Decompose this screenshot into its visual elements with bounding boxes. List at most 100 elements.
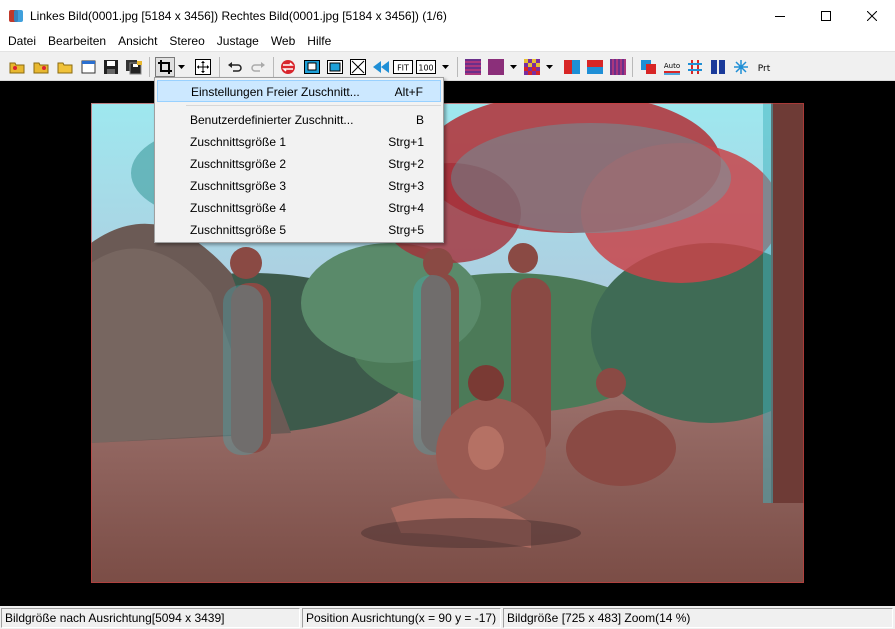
menu-stereo[interactable]: Stereo bbox=[163, 31, 210, 51]
checkerboard-mode-button[interactable] bbox=[522, 57, 542, 77]
menu-item-shortcut: Alt+F bbox=[394, 85, 423, 99]
folder-icon bbox=[57, 62, 73, 74]
open-left-image-button[interactable] bbox=[8, 57, 28, 77]
image-viewport[interactable] bbox=[0, 81, 895, 606]
fit-button[interactable]: FIT bbox=[393, 57, 413, 77]
menu-item-shortcut: B bbox=[415, 113, 424, 127]
print-button[interactable]: Prt bbox=[754, 57, 774, 77]
menu-bearbeiten[interactable]: Bearbeiten bbox=[42, 31, 112, 51]
fullscreen-button[interactable] bbox=[348, 57, 368, 77]
fit-label: FIT bbox=[397, 64, 409, 73]
multiple-save-icon bbox=[126, 60, 142, 75]
previous-image-button[interactable] bbox=[371, 57, 391, 77]
window-file-icon bbox=[81, 60, 96, 74]
column-interlace-button[interactable] bbox=[608, 57, 628, 77]
menu-bar: Datei Bearbeiten Ansicht Stereo Justage … bbox=[0, 31, 895, 51]
menu-ansicht[interactable]: Ansicht bbox=[112, 31, 163, 51]
swap-icon bbox=[281, 60, 295, 74]
over-under-button[interactable] bbox=[585, 57, 605, 77]
open-right-image-button[interactable] bbox=[32, 57, 52, 77]
open-stereo-button[interactable] bbox=[56, 57, 76, 77]
menu-item-label: Benutzerdefinierter Zuschnitt... bbox=[190, 113, 354, 127]
expand-icon bbox=[350, 59, 366, 75]
crop-dropdown-button[interactable] bbox=[177, 57, 186, 77]
close-icon bbox=[867, 10, 877, 21]
side-by-side-button[interactable] bbox=[562, 57, 582, 77]
toolbar-separator bbox=[632, 57, 633, 77]
menu-item-crop-size-4[interactable]: Zuschnittsgröße 4 Strg+4 bbox=[157, 197, 441, 219]
minimize-button[interactable] bbox=[757, 0, 803, 31]
fit-icon: FIT bbox=[393, 60, 413, 74]
full-view-button[interactable] bbox=[325, 57, 345, 77]
redo-icon bbox=[251, 62, 265, 72]
snowflake-icon bbox=[734, 60, 748, 74]
open-file-button[interactable] bbox=[79, 57, 99, 77]
toolbar-separator bbox=[457, 57, 458, 77]
redo-button[interactable] bbox=[248, 57, 268, 77]
menu-item-crop-size-5[interactable]: Zuschnittsgröße 5 Strg+5 bbox=[157, 219, 441, 241]
crop-dropdown-menu: Einstellungen Freier Zuschnitt... Alt+F … bbox=[154, 77, 444, 243]
save-button[interactable] bbox=[101, 57, 121, 77]
anaglyph-mode-button[interactable] bbox=[486, 57, 506, 77]
chevron-down-icon bbox=[510, 65, 517, 69]
menu-item-shortcut: Strg+3 bbox=[388, 179, 424, 193]
over-under-icon bbox=[587, 60, 603, 74]
auto-align-button[interactable]: Auto bbox=[662, 57, 682, 77]
grid-button[interactable] bbox=[685, 57, 705, 77]
menu-item-crop-size-2[interactable]: Zuschnittsgröße 2 Strg+2 bbox=[157, 153, 441, 175]
save-all-button[interactable] bbox=[124, 57, 144, 77]
zoom-100-label: 100 bbox=[418, 64, 433, 73]
hash-grid-icon bbox=[688, 60, 702, 74]
status-alignment-position: Position Ausrichtung(x = 90 y = -17) bbox=[302, 608, 501, 628]
chevron-down-icon bbox=[178, 65, 185, 69]
menu-item-crop-size-1[interactable]: Zuschnittsgröße 1 Strg+1 bbox=[157, 131, 441, 153]
menu-item-label: Zuschnittsgröße 4 bbox=[190, 201, 287, 215]
split-view-button[interactable] bbox=[708, 57, 728, 77]
menu-web[interactable]: Web bbox=[265, 31, 301, 51]
rewind-icon bbox=[373, 61, 389, 73]
status-image-size-zoom: Bildgröße [725 x 483] Zoom(14 %) bbox=[503, 608, 893, 628]
menu-item-label: Zuschnittsgröße 5 bbox=[190, 223, 287, 237]
split-view-icon bbox=[711, 60, 725, 74]
window-title: Linkes Bild(0001.jpg [5184 x 3456]) Rech… bbox=[30, 8, 447, 23]
crop-button[interactable] bbox=[155, 57, 175, 77]
swap-images-button[interactable] bbox=[278, 57, 298, 77]
menu-item-label: Zuschnittsgröße 1 bbox=[190, 135, 287, 149]
overlay-button[interactable] bbox=[639, 57, 659, 77]
fit-window-button[interactable] bbox=[302, 57, 322, 77]
menu-separator bbox=[186, 105, 441, 106]
folder-open-icon bbox=[9, 62, 25, 74]
crop-icon bbox=[158, 60, 172, 74]
zoom-100-icon: 100 bbox=[416, 60, 436, 74]
menu-item-shortcut: Strg+2 bbox=[388, 157, 424, 171]
undo-icon bbox=[228, 62, 242, 72]
folder-open-icon bbox=[33, 62, 49, 74]
print-icon: Prt bbox=[758, 64, 771, 74]
anaglyph-dropdown-button[interactable] bbox=[509, 57, 518, 77]
menu-item-crop-size-3[interactable]: Zuschnittsgröße 3 Strg+3 bbox=[157, 175, 441, 197]
menu-item-label: Einstellungen Freier Zuschnitt... bbox=[191, 85, 360, 99]
undo-button[interactable] bbox=[225, 57, 245, 77]
auto-label: Auto bbox=[664, 62, 680, 70]
zoom-100-button[interactable]: 100 bbox=[416, 57, 436, 77]
chevron-down-icon bbox=[546, 65, 553, 69]
maximize-button[interactable] bbox=[803, 0, 849, 31]
move-button[interactable] bbox=[193, 57, 213, 77]
interlaced-mode-button[interactable] bbox=[463, 57, 483, 77]
full-view-icon bbox=[327, 60, 343, 74]
zoom-dropdown-button[interactable] bbox=[441, 57, 450, 77]
menu-item-free-crop-settings[interactable]: Einstellungen Freier Zuschnitt... Alt+F bbox=[157, 80, 441, 102]
checkerboard-dropdown-button[interactable] bbox=[545, 57, 554, 77]
toolbar-separator bbox=[273, 57, 274, 77]
chevron-down-icon bbox=[442, 65, 449, 69]
menu-hilfe[interactable]: Hilfe bbox=[301, 31, 337, 51]
checkerboard-icon bbox=[524, 59, 540, 75]
close-button[interactable] bbox=[849, 0, 895, 31]
floppy-disk-icon bbox=[104, 60, 118, 74]
freeze-button[interactable] bbox=[731, 57, 751, 77]
menu-justage[interactable]: Justage bbox=[211, 31, 265, 51]
minimize-icon bbox=[775, 15, 785, 17]
menu-datei[interactable]: Datei bbox=[2, 31, 42, 51]
print-label: Prt bbox=[758, 64, 771, 74]
menu-item-custom-crop[interactable]: Benutzerdefinierter Zuschnitt... B bbox=[157, 109, 441, 131]
